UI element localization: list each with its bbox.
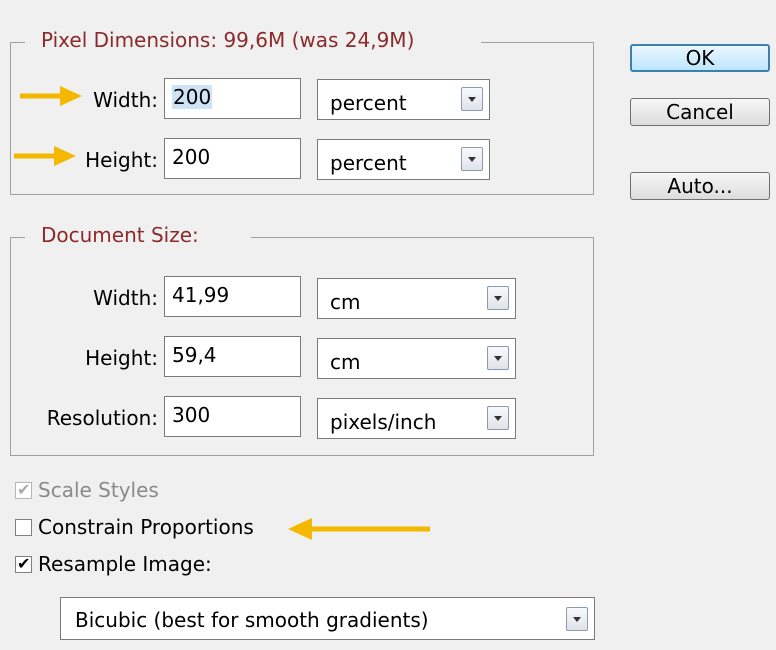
document-size-legend: Document Size: [33,223,207,247]
pixel-height-unit: percent [330,151,407,175]
scale-styles-checkbox[interactable]: ✔ [15,480,32,499]
constrain-proportions-checkbox[interactable] [15,519,32,536]
chevron-down-icon[interactable] [461,147,483,171]
constrain-proportions-label: Constrain Proportions [38,515,254,539]
scale-styles-label: Scale Styles [38,478,159,502]
doc-width-input[interactable]: 41,99 [164,276,301,317]
resolution-input[interactable]: 300 [164,396,301,437]
doc-height-unit: cm [330,350,361,374]
chevron-down-icon[interactable] [487,286,509,310]
doc-width-unit-select[interactable]: cm [317,278,516,319]
doc-height-unit-select[interactable]: cm [317,338,516,379]
doc-width-unit: cm [330,290,361,314]
pixel-dimensions-group: Pixel Dimensions: 99,6M (was 24,9M) [10,28,594,195]
doc-height-input[interactable]: 59,4 [164,336,301,377]
doc-height-label: Height: [85,346,158,370]
pixel-width-label: Width: [93,88,158,112]
chevron-down-icon[interactable] [487,346,509,370]
chevron-down-icon[interactable] [566,607,588,631]
resolution-unit: pixels/inch [330,410,437,434]
resample-method-select[interactable]: Bicubic (best for smooth gradients) [60,597,595,640]
arrow-annotation-constrain [288,518,430,540]
resample-image-checkbox[interactable]: ✔ [15,554,32,573]
checkmark-icon: ✔ [17,554,31,573]
ok-button[interactable]: OK [630,44,770,72]
doc-width-label: Width: [93,286,158,310]
checkmark-icon: ✔ [17,480,31,499]
chevron-down-icon[interactable] [487,406,509,430]
pixel-width-input[interactable]: 200 [164,78,301,119]
arrow-annotation-width [20,86,82,106]
resample-method-value: Bicubic (best for smooth gradients) [75,608,429,632]
pixel-width-unit: percent [330,91,407,115]
pixel-width-unit-select[interactable]: percent [317,79,490,120]
pixel-height-unit-select[interactable]: percent [317,139,490,180]
pixel-dimensions-legend: Pixel Dimensions: 99,6M (was 24,9M) [33,28,423,52]
resolution-unit-select[interactable]: pixels/inch [317,398,516,439]
pixel-height-input[interactable]: 200 [164,138,301,179]
auto-button[interactable]: Auto... [630,172,770,200]
resample-image-label: Resample Image: [38,552,212,576]
chevron-down-icon[interactable] [461,87,483,111]
cancel-button[interactable]: Cancel [630,98,770,126]
resolution-label: Resolution: [46,406,158,430]
arrow-annotation-height [14,146,76,166]
